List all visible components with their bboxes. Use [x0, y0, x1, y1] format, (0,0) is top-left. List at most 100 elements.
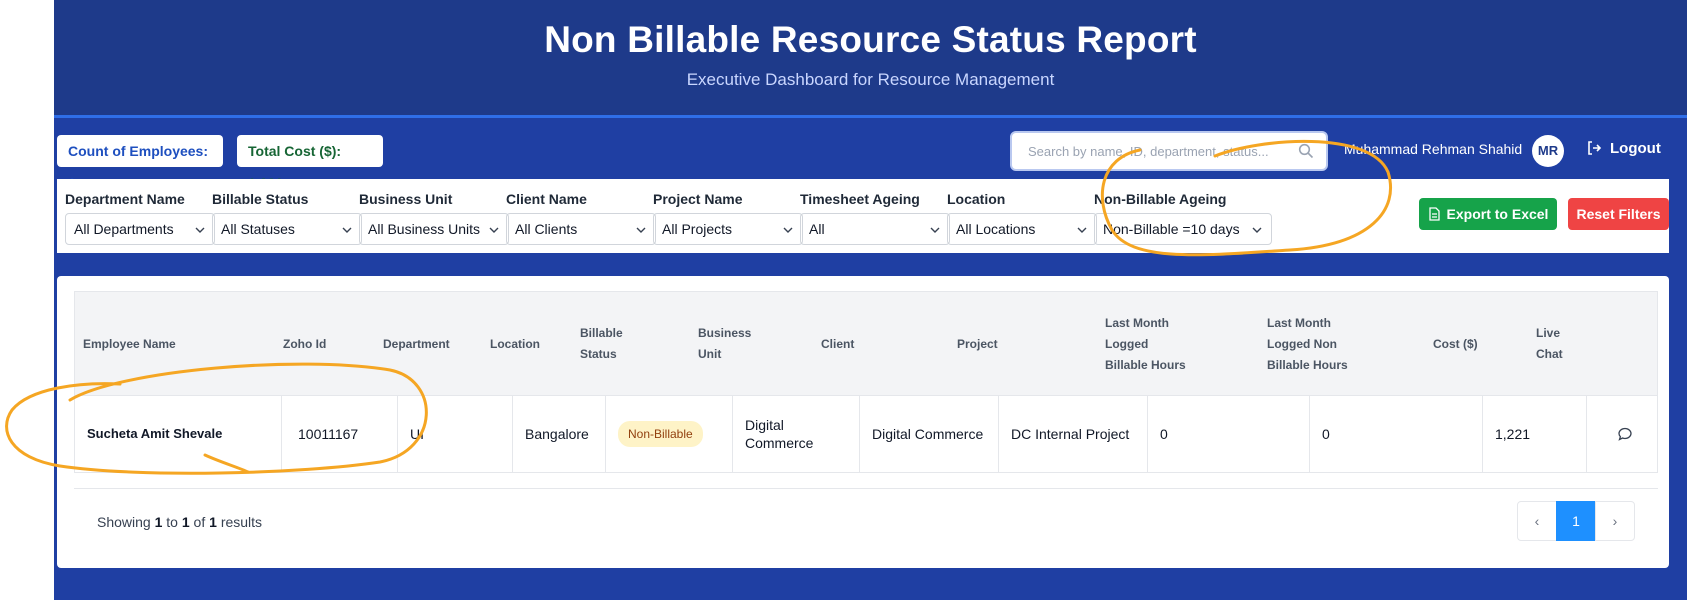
total-cost-badge: Total Cost ($): 1,221 — [237, 135, 383, 191]
filter-label: Client Name — [506, 191, 587, 207]
app-window: Non Billable Resource Status Report Exec… — [54, 0, 1687, 600]
department-select[interactable]: All Departments — [65, 213, 215, 245]
header-label: Last Month Logged Billable Hours — [1105, 313, 1186, 376]
cell-live-chat — [1587, 396, 1657, 472]
chevron-down-icon — [489, 227, 499, 233]
header-label: Last Month Logged Non Billable Hours — [1267, 313, 1348, 376]
chevron-down-icon — [783, 227, 793, 233]
header-label: Billable Status — [580, 323, 623, 365]
logout-icon — [1588, 141, 1602, 155]
next-page-button[interactable]: › — [1595, 501, 1635, 541]
non-billable-ageing-select[interactable]: Non-Billable =10 days — [1094, 213, 1272, 245]
col-location[interactable]: Location — [482, 292, 572, 396]
select-value: All — [809, 221, 825, 237]
header-label: Business Unit — [698, 323, 751, 365]
filter-label: Project Name — [653, 191, 743, 207]
filter-label: Location — [947, 191, 1006, 207]
header-line: Unit — [698, 347, 722, 361]
filter-label: Billable Status — [212, 191, 309, 207]
billable-status-select[interactable]: All Statuses — [212, 213, 362, 245]
chevron-down-icon — [342, 227, 352, 233]
select-value: All Locations — [956, 221, 1036, 237]
select-value: All Statuses — [221, 221, 295, 237]
business-unit-select[interactable]: All Business Units — [359, 213, 509, 245]
filter-label: Department Name — [65, 191, 185, 207]
header-label: Location — [490, 336, 540, 351]
filter-location: Location All Locations — [947, 191, 1097, 245]
summary-from: 1 — [154, 514, 163, 530]
search-input[interactable]: Search by name, ID, department, status..… — [1010, 131, 1328, 171]
page-header: Non Billable Resource Status Report Exec… — [54, 0, 1687, 118]
col-lm-billable-hours[interactable]: Last Month Logged Billable Hours — [1097, 292, 1259, 396]
search-placeholder: Search by name, ID, department, status..… — [1028, 144, 1269, 159]
col-zoho-id[interactable]: Zoho Id — [275, 292, 375, 396]
chevron-down-icon — [1077, 227, 1087, 233]
col-billable-status[interactable]: Billable Status — [572, 292, 690, 396]
chevron-down-icon — [930, 227, 940, 233]
summary-total: 1 — [209, 514, 217, 530]
summary-text: results — [220, 514, 263, 530]
select-value: Non-Billable =10 days — [1103, 221, 1240, 237]
header-label: Live Chat — [1536, 323, 1563, 365]
filter-label: Timesheet Ageing — [800, 191, 920, 207]
col-employee-name[interactable]: Employee Name — [75, 292, 275, 396]
page-button-current[interactable]: 1 — [1556, 501, 1596, 541]
toolbar: Count of Employees: 1 Total Cost ($): 1,… — [54, 121, 1687, 191]
filter-client-name: Client Name All Clients — [506, 191, 656, 245]
location-select[interactable]: All Locations — [947, 213, 1097, 245]
header-line: Live — [1536, 326, 1561, 340]
col-live-chat: Live Chat — [1528, 292, 1598, 396]
cell-department: UI — [398, 396, 513, 472]
cell-employee-name: Sucheta Amit Shevale — [75, 396, 282, 472]
col-business-unit[interactable]: Business Unit — [690, 292, 813, 396]
header-line: Last Month — [1267, 315, 1331, 330]
chevron-down-icon — [195, 227, 205, 233]
cell-project: DC Internal Project — [999, 396, 1148, 472]
table-row[interactable]: Sucheta Amit Shevale 10011167 UI Bangalo… — [75, 396, 1657, 472]
chevron-down-icon — [636, 227, 646, 233]
summary-to: 1 — [181, 514, 190, 530]
chat-icon[interactable] — [1617, 426, 1633, 442]
timesheet-ageing-select[interactable]: All — [800, 213, 950, 245]
client-name-select[interactable]: All Clients — [506, 213, 656, 245]
cell-line: Commerce — [745, 435, 814, 451]
header-label: Project — [957, 336, 998, 351]
chevron-down-icon — [1252, 227, 1262, 233]
filter-project-name: Project Name All Projects — [653, 191, 803, 245]
summary-text: Showing — [97, 514, 151, 530]
table-header: Employee Name Zoho Id Department Locatio… — [75, 292, 1657, 396]
search-icon — [1298, 143, 1314, 159]
page-subtitle: Executive Dashboard for Resource Managem… — [686, 70, 1055, 89]
filter-billable-status: Billable Status All Statuses — [212, 191, 362, 245]
filter-timesheet-ageing: Timesheet Ageing All — [800, 191, 950, 245]
header-line: Logged — [1105, 336, 1149, 351]
header-line: Billable Hours — [1267, 357, 1348, 372]
cell-business-unit: Digital Commerce — [733, 396, 860, 472]
header-line: Logged Non — [1267, 336, 1337, 351]
project-name-select[interactable]: All Projects — [653, 213, 803, 245]
avatar[interactable]: MR — [1532, 135, 1564, 167]
header-line: Business — [698, 326, 752, 340]
divider — [74, 488, 1658, 489]
col-lm-non-billable-hours[interactable]: Last Month Logged Non Billable Hours — [1259, 292, 1425, 396]
select-value: All Business Units — [368, 221, 481, 237]
cell-cost: 1,221 — [1483, 396, 1587, 472]
select-value: All Departments — [74, 221, 174, 237]
filter-non-billable-ageing: Non-Billable Ageing Non-Billable =10 day… — [1094, 191, 1274, 245]
employee-count-badge: Count of Employees: 1 — [57, 135, 223, 191]
filter-bar: Department Name All Departments Billable… — [57, 179, 1669, 253]
col-cost[interactable]: Cost ($) — [1425, 292, 1528, 396]
business-unit-text: Digital Commerce — [745, 416, 813, 452]
col-department[interactable]: Department — [375, 292, 482, 396]
filter-label: Business Unit — [359, 191, 453, 207]
reset-filters-button[interactable]: Reset Filters — [1568, 198, 1669, 230]
header-label: Employee Name — [83, 336, 176, 351]
header-line: Last Month — [1105, 315, 1169, 330]
select-value: All Clients — [515, 221, 578, 237]
col-project[interactable]: Project — [949, 292, 1097, 396]
col-client[interactable]: Client — [813, 292, 949, 396]
filter-business-unit: Business Unit All Business Units — [359, 191, 509, 245]
logout-button[interactable]: Logout — [1586, 140, 1661, 162]
prev-page-button[interactable]: ‹ — [1517, 501, 1557, 541]
export-to-excel-button[interactable]: Export to Excel — [1419, 198, 1557, 230]
